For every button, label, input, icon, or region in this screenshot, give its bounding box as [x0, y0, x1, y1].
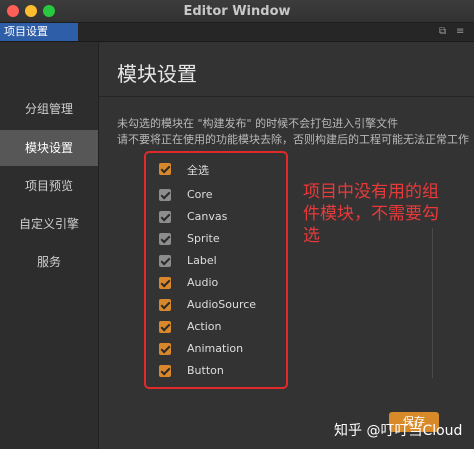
tab-bar: 项目设置 ⧉ ≡ — [0, 23, 474, 42]
highlight-box — [144, 151, 288, 389]
page-title: 模块设置 — [117, 62, 197, 86]
menu-icon[interactable]: ≡ — [456, 26, 464, 38]
heading-divider — [99, 96, 474, 97]
sidebar-item-group-management[interactable]: 分组管理 — [0, 91, 98, 127]
sidebar-item-services[interactable]: 服务 — [0, 244, 98, 280]
description-line-2: 请不要将正在使用的功能模块去除，否则构建后的工程可能无法正常工作 — [117, 133, 469, 146]
sidebar: 分组管理 模块设置 项目预览 自定义引擎 服务 — [0, 42, 98, 449]
sidebar-item-module-settings[interactable]: 模块设置 — [0, 130, 98, 166]
sidebar-item-project-preview[interactable]: 项目预览 — [0, 168, 98, 204]
tab-project-settings[interactable]: 项目设置 — [0, 23, 78, 41]
scroll-track[interactable] — [432, 228, 433, 378]
sidebar-item-custom-engine[interactable]: 自定义引擎 — [0, 206, 98, 242]
popout-icon[interactable]: ⧉ — [439, 26, 446, 38]
window-title: Editor Window — [183, 4, 291, 19]
annotation-text: 项目中没有用的组件模块，不需要勾选 — [303, 182, 439, 246]
title-bar: Editor Window — [0, 0, 474, 23]
watermark: 知乎 @叮叮当Cloud — [334, 423, 463, 439]
description-line-1: 未勾选的模块在 "构建发布" 的时候不会打包进入引擎文件 — [117, 117, 399, 130]
